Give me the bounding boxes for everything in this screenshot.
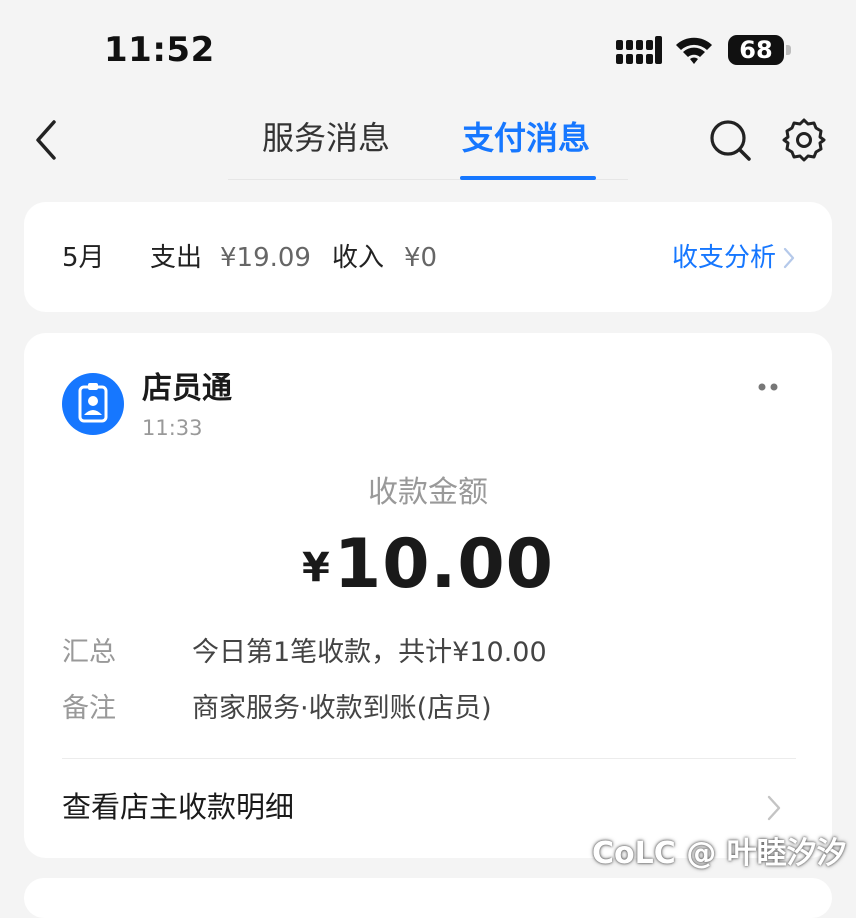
search-icon[interactable] [706, 116, 754, 164]
status-time: 11:52 [104, 30, 215, 70]
detail-value: 今日第1笔收款，共计¥10.00 [192, 637, 547, 668]
status-bar: 11:52 68 [0, 0, 856, 100]
amount-value: 10.00 [333, 525, 554, 604]
active-tab-indicator [460, 176, 596, 180]
wifi-icon [676, 37, 712, 64]
income-expense-analysis-link[interactable]: 收支分析 [672, 238, 796, 278]
amount-display: ¥10.00 [24, 525, 832, 604]
tab-payment-messages[interactable]: 支付消息 [462, 118, 590, 158]
expense-value: ¥19.09 [220, 243, 311, 273]
card-divider [62, 758, 796, 759]
income-label: 收入 [332, 243, 385, 273]
battery-level: 68 [739, 36, 773, 64]
battery-icon: 68 [728, 35, 792, 65]
signal-icon [616, 36, 662, 64]
view-owner-receipt-details-link[interactable]: 查看店主收款明细 [62, 787, 294, 827]
analysis-link-label: 收支分析 [671, 243, 776, 273]
chevron-right-icon[interactable] [766, 794, 782, 822]
expense-label: 支出 [150, 243, 203, 273]
staff-badge-icon [62, 373, 124, 435]
summary-month[interactable]: 5月 [62, 238, 105, 278]
gear-icon[interactable] [780, 116, 828, 164]
more-options-icon[interactable] [756, 381, 780, 393]
nav-bar: 服务消息 支付消息 [0, 100, 856, 184]
monthly-summary-card: 5月 支出 ¥19.09 收入 ¥0 收支分析 [24, 202, 832, 312]
chevron-right-icon [783, 247, 795, 269]
payment-message-card: 店员通 11:33 收款金额 ¥10.00 汇总 今日第1笔收款，共计¥10.0… [24, 333, 832, 858]
app-name[interactable]: 店员通 [142, 369, 232, 409]
detail-key: 备注 [62, 693, 116, 724]
watermark: CoLC @ 叶睦汐汐 [592, 836, 847, 871]
currency-symbol: ¥ [302, 545, 330, 591]
next-message-card [24, 878, 832, 918]
detail-value: 商家服务·收款到账(店员) [192, 693, 492, 724]
detail-key: 汇总 [62, 637, 116, 668]
message-time: 11:33 [142, 416, 203, 440]
tab-service-messages[interactable]: 服务消息 [262, 118, 390, 158]
income-value: ¥0 [404, 243, 438, 273]
amount-label: 收款金额 [368, 475, 488, 510]
chevron-left-icon[interactable] [28, 116, 64, 164]
